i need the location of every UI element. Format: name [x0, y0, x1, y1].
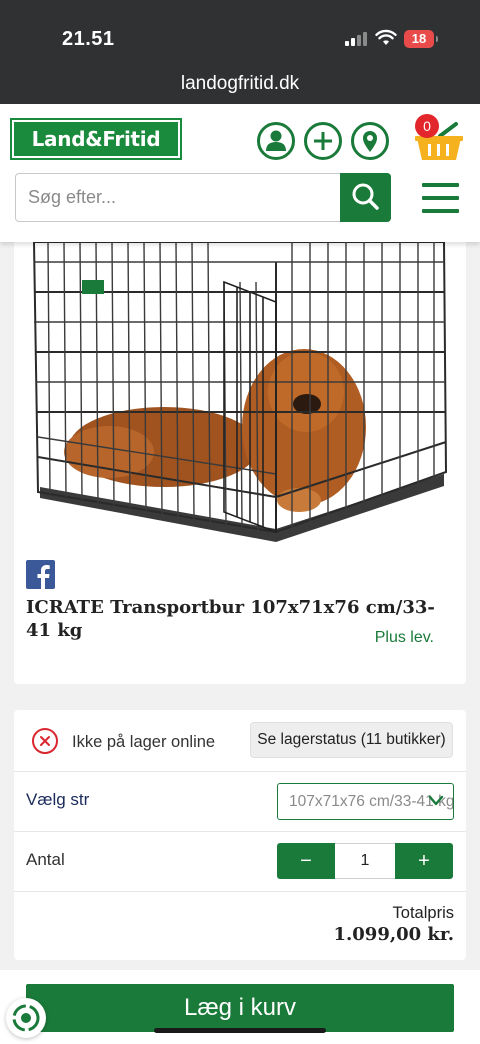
stock-status-button[interactable]: Se lagerstatus (11 butikker) — [250, 722, 453, 758]
hamburger-icon[interactable] — [422, 183, 459, 213]
wifi-icon — [375, 29, 397, 45]
location-pin-icon[interactable] — [351, 122, 389, 160]
delivery-note: Plus lev. — [374, 629, 434, 646]
total-price-value: 1.099,00 kr. — [333, 924, 454, 945]
home-indicator — [154, 1028, 326, 1033]
search-box — [15, 173, 391, 222]
size-select[interactable]: 107x71x76 cm/33-41 kg — [277, 783, 454, 820]
user-icon[interactable] — [257, 122, 295, 160]
total-price-label: Totalpris — [392, 904, 454, 922]
purchase-options-card: Ikke på lager online Se lagerstatus (11 … — [14, 710, 466, 960]
url-bar[interactable]: landogfritid.dk — [0, 70, 480, 104]
search-button[interactable] — [340, 173, 391, 222]
product-image[interactable] — [14, 241, 466, 547]
recycle-icon[interactable] — [6, 998, 46, 1038]
quantity-increase-button[interactable]: + — [395, 843, 453, 879]
search-input[interactable] — [28, 174, 338, 221]
quantity-row: Antal − 1 + — [14, 832, 466, 892]
cart-count-badge: 0 — [415, 114, 439, 138]
battery-icon: 18 — [404, 30, 438, 48]
cellular-signal-icon — [345, 32, 369, 46]
magnifier-icon — [352, 183, 379, 210]
quantity-decrease-button[interactable]: − — [277, 843, 335, 879]
close-circle-icon — [32, 728, 58, 754]
status-bar: 21.51 18 — [0, 0, 480, 70]
clock: 21.51 — [62, 28, 115, 50]
plus-icon[interactable] — [304, 122, 342, 160]
quantity-label: Antal — [26, 850, 65, 869]
size-row: Vælg str 107x71x76 cm/33-41 kg — [14, 772, 466, 832]
size-label: Vælg str — [26, 790, 90, 809]
stock-row: Ikke på lager online Se lagerstatus (11 … — [14, 710, 466, 772]
chevron-down-icon — [428, 795, 444, 806]
quantity-input[interactable]: 1 — [335, 843, 395, 879]
basket-icon[interactable]: 0 — [412, 114, 464, 166]
facebook-icon[interactable] — [26, 560, 55, 589]
site-logo[interactable]: Land&Fritid — [10, 118, 182, 160]
site-header: Land&Fritid 0 — [0, 104, 480, 242]
add-to-cart-button[interactable]: Læg i kurv — [26, 984, 454, 1032]
stock-status-text: Ikke på lager online — [72, 733, 216, 751]
product-card: ICRATE Transportbur 107x71x76 cm/33-41 k… — [14, 241, 466, 684]
